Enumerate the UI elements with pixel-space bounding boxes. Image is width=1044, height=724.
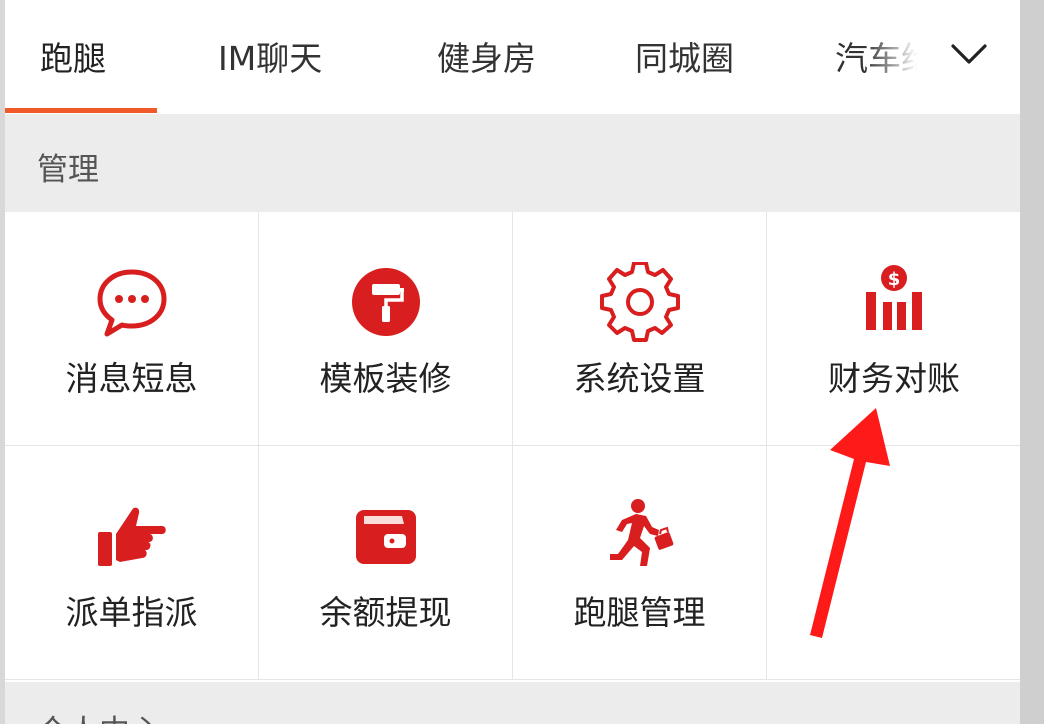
grid-item-label: 消息短息 [65,359,198,398]
grid-item-template[interactable]: 模板装修 [259,212,513,446]
chevron-down-icon [951,44,987,64]
grid-item-label: 系统设置 [573,359,706,398]
chat-bubble-icon [97,269,166,337]
grid-item-messages[interactable]: 消息短息 [5,212,259,446]
wallet-icon [355,510,416,564]
grid-item-settings[interactable]: 系统设置 [513,212,767,446]
app-screen: 跑腿 IM聊天 健身房 同城圈 汽车给 管理 消息短息 [5,0,1020,724]
scrollbar-track [1020,0,1044,724]
section-title: 管理 [37,152,99,188]
paint-roller-icon [351,268,420,336]
grid-item-label: 财务对账 [828,359,960,398]
pointing-hand-icon [97,507,166,566]
runner-icon [609,499,673,566]
active-tab-indicator [5,108,157,113]
grid-item-finance[interactable]: $ 财务对账 [767,212,1020,446]
grid-item-label: 余额提现 [319,593,452,632]
tab-paotui[interactable]: 跑腿 [40,32,106,80]
section-header-personal: 个人中心 [5,682,1020,724]
tab-bar: 跑腿 IM聊天 健身房 同城圈 汽车给 [5,0,1020,114]
tab-im-chat[interactable]: IM聊天 [218,32,322,80]
tab-fade-overlay [865,0,935,114]
expand-tabs-button[interactable] [947,34,991,74]
grid-item-label: 跑腿管理 [573,593,706,632]
grid-item-dispatch[interactable]: 派单指派 [5,446,259,680]
tab-gym[interactable]: 健身房 [437,32,536,80]
gear-icon [599,262,680,342]
section-title: 个人中心 [37,706,161,724]
tab-city-circle[interactable]: 同城圈 [635,32,734,80]
grid-item-withdraw[interactable]: 余额提现 [259,446,513,680]
grid-item-empty [767,446,1020,680]
svg-text:$: $ [888,269,901,290]
grid-item-runner-manage[interactable]: 跑腿管理 [513,446,767,680]
manage-grid: 消息短息 模板装修 系统设置 $ 财务对账 派单指派 余额提现 跑腿管理 [5,212,1020,682]
finance-chart-icon: $ [866,265,922,330]
grid-item-label: 模板装修 [319,359,452,398]
section-header-manage: 管理 [5,114,1020,212]
grid-item-label: 派单指派 [65,593,198,632]
